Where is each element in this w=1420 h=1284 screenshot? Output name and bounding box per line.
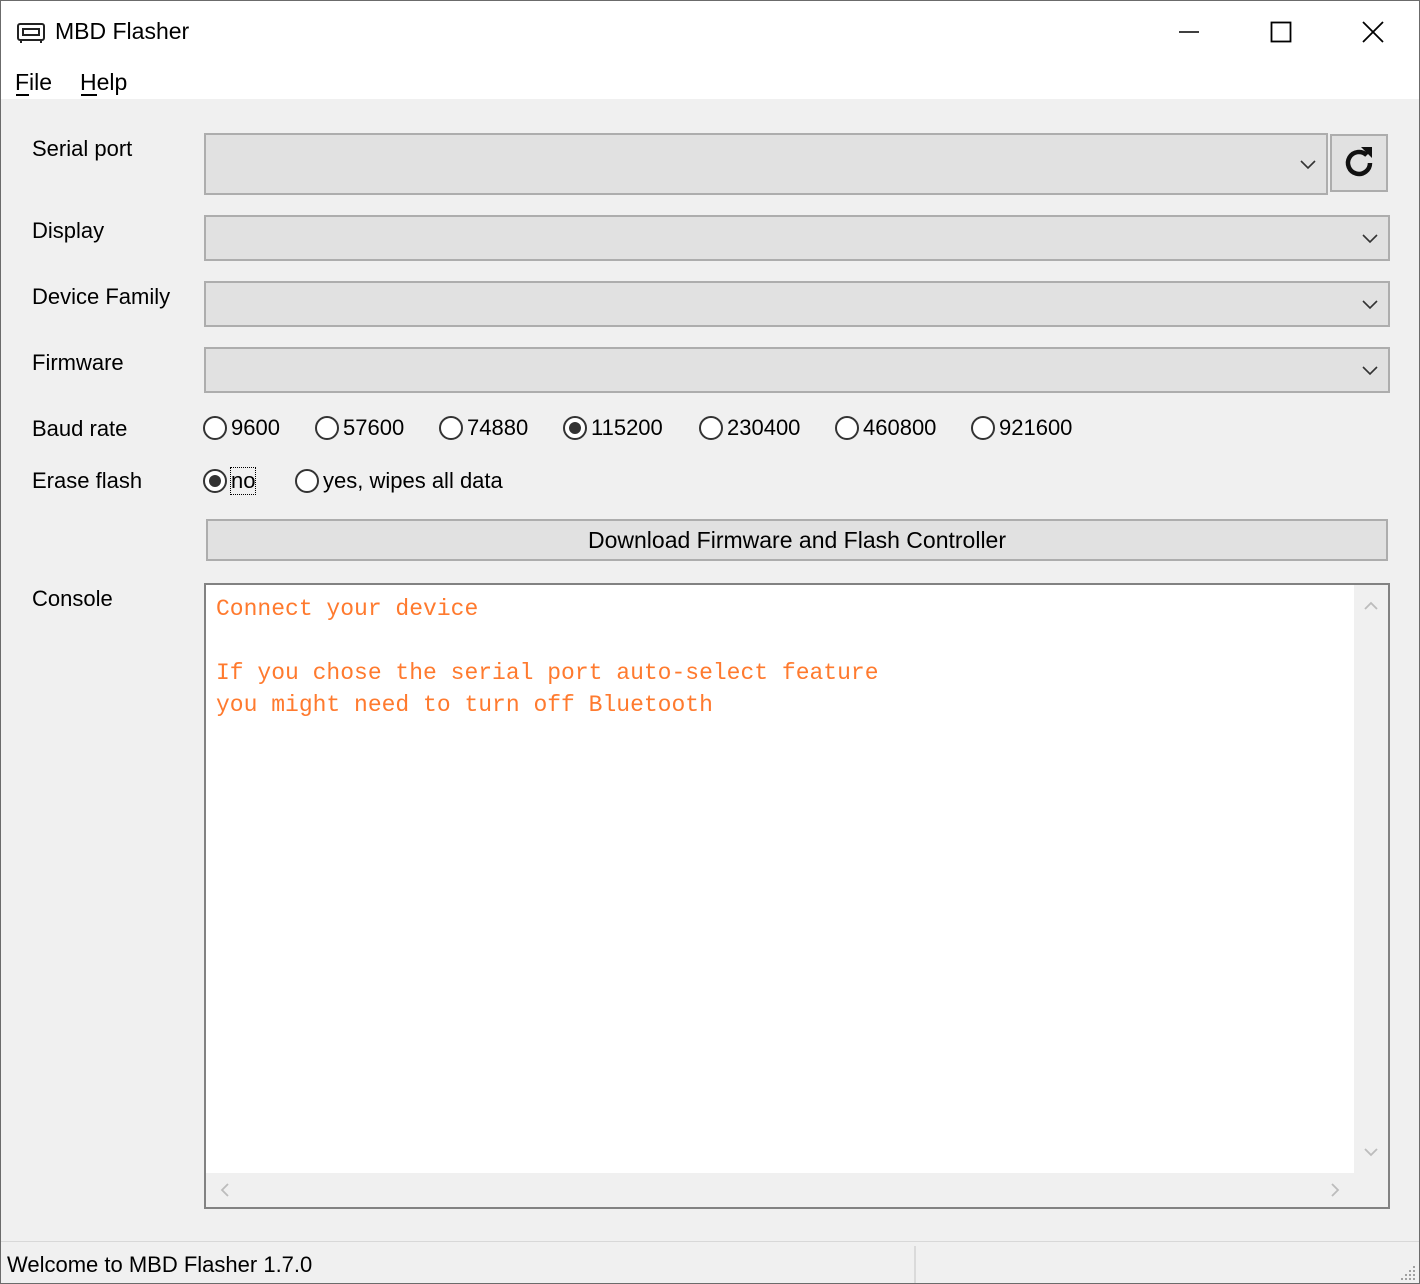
scroll-left-icon[interactable] (216, 1181, 234, 1199)
scroll-up-icon[interactable] (1362, 597, 1380, 615)
minimize-icon (1179, 31, 1199, 33)
window-title: MBD Flasher (55, 18, 190, 44)
console-output[interactable]: Connect your device If you chose the seri… (204, 583, 1390, 1209)
console-line: Connect your device (216, 596, 479, 622)
menu-file[interactable]: File (15, 69, 52, 96)
app-icon (17, 21, 47, 43)
baud-radio-label: 230400 (727, 415, 801, 440)
erase-flash-label: Erase flash (32, 468, 143, 493)
baud-radio-label: 921600 (999, 415, 1073, 440)
menu-bar: File Help (1, 65, 1419, 99)
refresh-ports-button[interactable] (1330, 134, 1388, 192)
baud-radio-9600[interactable]: 9600 (203, 413, 280, 443)
chevron-down-icon (1362, 366, 1378, 376)
device-family-select[interactable] (204, 281, 1390, 327)
device-family-label: Device Family (32, 284, 171, 309)
radio-circle (439, 416, 463, 440)
menu-help[interactable]: Help (80, 69, 127, 96)
radio-circle (295, 469, 319, 493)
baud-radio-74880[interactable]: 74880 (439, 413, 528, 443)
help-accelerator-underline (81, 94, 97, 96)
console-label: Console (32, 586, 113, 611)
status-message: Welcome to MBD Flasher 1.7.0 (7, 1252, 313, 1277)
baud-radio-921600[interactable]: 921600 (971, 413, 1072, 443)
baud-radio-115200[interactable]: 115200 (563, 413, 663, 443)
console-text: Connect your device If you chose the seri… (216, 593, 879, 721)
firmware-select[interactable] (204, 347, 1390, 393)
scrollbar-corner (1354, 1173, 1388, 1207)
radio-circle-checked (563, 416, 587, 440)
vertical-scrollbar[interactable] (1354, 585, 1388, 1173)
erase-radio-yes[interactable]: yes, wipes all data (295, 466, 503, 496)
app-window: MBD Flasher File Help Serial port Displa… (0, 0, 1420, 1284)
serial-port-select[interactable] (204, 133, 1328, 195)
status-divider (914, 1246, 916, 1283)
download-flash-button[interactable]: Download Firmware and Flash Controller (206, 519, 1388, 561)
maximize-button[interactable] (1235, 1, 1327, 63)
baud-radio-label: 9600 (231, 415, 280, 440)
refresh-icon (1345, 147, 1373, 177)
console-line: you might need to turn off Bluetooth (216, 692, 713, 718)
baud-radio-label: 115200 (591, 415, 663, 440)
baud-radio-label: 74880 (467, 415, 529, 440)
baud-radio-label: 57600 (343, 415, 405, 440)
baud-radio-230400[interactable]: 230400 (699, 413, 800, 443)
scroll-down-icon[interactable] (1362, 1143, 1380, 1161)
chevron-down-icon (1362, 300, 1378, 310)
chevron-down-icon (1300, 160, 1316, 170)
resize-grip-icon[interactable] (1399, 1264, 1417, 1282)
display-select[interactable] (204, 215, 1390, 261)
close-button[interactable] (1327, 1, 1419, 63)
status-bar: Welcome to MBD Flasher 1.7.0 (1, 1241, 1419, 1283)
radio-circle (315, 416, 339, 440)
baud-radio-label: 460800 (863, 415, 937, 440)
horizontal-scrollbar[interactable] (206, 1173, 1354, 1207)
firmware-label: Firmware (32, 350, 124, 375)
minimize-button[interactable] (1143, 1, 1235, 63)
console-line: If you chose the serial port auto-select… (216, 660, 879, 686)
radio-circle (203, 416, 227, 440)
serial-port-label: Serial port (32, 136, 133, 161)
radio-circle (699, 416, 723, 440)
radio-circle (971, 416, 995, 440)
erase-radio-label: yes, wipes all data (323, 468, 503, 493)
baud-rate-label: Baud rate (32, 416, 128, 441)
radio-circle (835, 416, 859, 440)
radio-circle-checked (203, 469, 227, 493)
chevron-down-icon (1362, 234, 1378, 244)
file-accelerator-underline (16, 94, 29, 96)
erase-radio-no[interactable]: no (203, 466, 257, 496)
close-icon (1362, 21, 1384, 43)
title-bar[interactable]: MBD Flasher (1, 1, 1419, 65)
download-flash-button-label: Download Firmware and Flash Controller (588, 526, 1006, 553)
baud-radio-57600[interactable]: 57600 (315, 413, 404, 443)
erase-radio-label: no (229, 467, 257, 495)
scroll-right-icon[interactable] (1326, 1181, 1344, 1199)
maximize-icon (1270, 21, 1292, 43)
display-label: Display (32, 218, 105, 243)
baud-radio-460800[interactable]: 460800 (835, 413, 936, 443)
